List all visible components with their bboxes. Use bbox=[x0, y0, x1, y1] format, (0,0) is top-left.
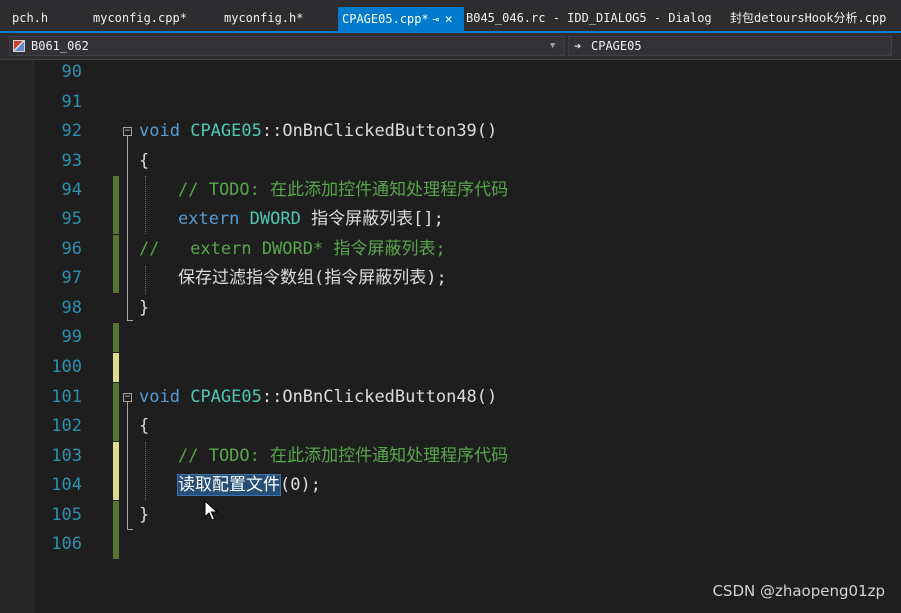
call-args: (0); bbox=[280, 475, 321, 495]
code-line: 91 bbox=[0, 88, 901, 117]
code-text[interactable]: } bbox=[139, 294, 149, 323]
line-number: 103 bbox=[51, 446, 82, 466]
code-line: 101 void CPAGE05::OnBnClickedButton48() bbox=[0, 383, 901, 412]
tab-label: 封包detoursHook分析.cpp bbox=[730, 11, 887, 25]
scope-name: CPAGE05 bbox=[591, 39, 642, 53]
change-marker-unsaved bbox=[113, 442, 119, 471]
code-text[interactable]: void CPAGE05::OnBnClickedButton48() bbox=[139, 383, 497, 412]
tab-cpage05-cpp[interactable]: CPAGE05.cpp* ⊸ ✕ bbox=[338, 7, 464, 31]
code-line: 102 { bbox=[0, 412, 901, 441]
navigation-bar: B061_062 ▼ ➔ CPAGE05 bbox=[0, 33, 901, 60]
code-comment[interactable]: // TODO: 在此添加控件通知处理程序代码 bbox=[178, 442, 508, 471]
method-signature: ::OnBnClickedButton48() bbox=[261, 387, 498, 407]
code-text[interactable]: } bbox=[139, 501, 149, 530]
project-dropdown[interactable]: B061_062 ▼ bbox=[9, 36, 565, 56]
change-marker-unsaved bbox=[113, 471, 119, 500]
line-number: 104 bbox=[51, 475, 82, 495]
code-comment[interactable]: // extern DWORD* 指令屏蔽列表; bbox=[139, 235, 446, 264]
change-marker-saved bbox=[113, 205, 119, 234]
close-icon[interactable]: ✕ bbox=[445, 8, 457, 31]
scope-dropdown[interactable]: ➔ CPAGE05 bbox=[568, 36, 892, 56]
code-line: 95 extern DWORD 指令屏蔽列表[]; bbox=[0, 205, 901, 234]
tab-b045-rc-dialog[interactable]: B045_046.rc - IDD_DIALOG5 - Dialog bbox=[466, 6, 721, 30]
tab-label: pch.h bbox=[12, 11, 49, 25]
keyword: void bbox=[139, 121, 180, 141]
change-marker-unsaved bbox=[113, 353, 119, 382]
pin-icon[interactable]: ⊸ bbox=[433, 8, 443, 31]
type-name: DWORD bbox=[249, 209, 301, 229]
code-text[interactable]: void CPAGE05::OnBnClickedButton39() bbox=[139, 117, 497, 146]
document-tab-strip: pch.h myconfig.cpp* myconfig.h* CPAGE05.… bbox=[0, 0, 901, 33]
text-selection[interactable]: 读取配置文件 bbox=[177, 474, 281, 496]
line-number: 106 bbox=[51, 534, 82, 554]
line-number: 90 bbox=[61, 62, 82, 82]
line-number: 105 bbox=[51, 505, 82, 525]
tab-myconfig-h[interactable]: myconfig.h* bbox=[224, 6, 324, 30]
mouse-cursor-icon bbox=[204, 500, 218, 521]
code-line: 103 // TODO: 在此添加控件通知处理程序代码 bbox=[0, 442, 901, 471]
change-marker-saved bbox=[113, 323, 119, 352]
code-line: 100 bbox=[0, 353, 901, 382]
change-marker-saved bbox=[113, 501, 119, 530]
line-number: 91 bbox=[61, 92, 82, 112]
tab-detours-hook-cpp[interactable]: 封包detoursHook分析.cpp bbox=[730, 6, 898, 30]
code-line: 96 // extern DWORD* 指令屏蔽列表; bbox=[0, 235, 901, 264]
watermark: CSDN @zhaopeng01zp bbox=[712, 582, 885, 600]
tab-label: CPAGE05.cpp* bbox=[342, 12, 429, 26]
code-text[interactable]: { bbox=[139, 412, 149, 441]
code-text[interactable]: 读取配置文件(0); bbox=[177, 471, 321, 500]
change-marker-saved bbox=[113, 176, 119, 205]
code-line: 98 } bbox=[0, 294, 901, 323]
line-number: 97 bbox=[61, 268, 82, 288]
arrow-right-icon: ➔ bbox=[574, 39, 582, 53]
line-number: 92 bbox=[61, 121, 82, 141]
code-text[interactable]: { bbox=[139, 147, 149, 176]
tab-pch-h[interactable]: pch.h bbox=[12, 6, 72, 30]
change-marker-saved bbox=[113, 530, 119, 559]
line-number: 96 bbox=[61, 239, 82, 259]
change-marker-saved bbox=[113, 235, 119, 264]
line-number: 93 bbox=[61, 151, 82, 171]
code-comment[interactable]: // TODO: 在此添加控件通知处理程序代码 bbox=[178, 176, 508, 205]
code-line: 99 bbox=[0, 323, 901, 352]
code-line: 93 { bbox=[0, 147, 901, 176]
code-line: 90 bbox=[0, 58, 901, 87]
tab-label: myconfig.cpp* bbox=[93, 11, 187, 25]
change-marker-saved bbox=[113, 264, 119, 293]
line-number: 102 bbox=[51, 416, 82, 436]
class-name: CPAGE05 bbox=[190, 121, 262, 141]
line-number: 99 bbox=[61, 327, 82, 347]
change-marker-saved bbox=[113, 383, 119, 412]
chevron-down-icon[interactable]: ▼ bbox=[550, 37, 560, 55]
change-marker-saved bbox=[113, 412, 119, 441]
tab-myconfig-cpp[interactable]: myconfig.cpp* bbox=[93, 6, 203, 30]
line-number: 101 bbox=[51, 387, 82, 407]
code-line: 94 // TODO: 在此添加控件通知处理程序代码 bbox=[0, 176, 901, 205]
line-number: 95 bbox=[61, 209, 82, 229]
code-line: 97 保存过滤指令数组(指令屏蔽列表); bbox=[0, 264, 901, 293]
code-text[interactable]: 保存过滤指令数组(指令屏蔽列表); bbox=[178, 264, 447, 293]
keyword: void bbox=[139, 387, 180, 407]
code-line: 92 void CPAGE05::OnBnClickedButton39() bbox=[0, 117, 901, 146]
line-number: 100 bbox=[51, 357, 82, 377]
line-number: 98 bbox=[61, 298, 82, 318]
tab-label: myconfig.h* bbox=[224, 11, 304, 25]
project-name: B061_062 bbox=[31, 39, 89, 53]
class-name: CPAGE05 bbox=[190, 387, 262, 407]
code-line: 104 读取配置文件(0); bbox=[0, 471, 901, 500]
tab-label: B045_046.rc - IDD_DIALOG5 - Dialog bbox=[466, 11, 712, 25]
code-line: 105 } bbox=[0, 501, 901, 530]
method-signature: ::OnBnClickedButton39() bbox=[261, 121, 498, 141]
keyword: extern bbox=[178, 209, 240, 229]
declaration-rest: 指令屏蔽列表[]; bbox=[300, 209, 444, 229]
code-line: 106 bbox=[0, 530, 901, 559]
cpp-project-icon bbox=[13, 40, 25, 52]
code-text[interactable]: extern DWORD 指令屏蔽列表[]; bbox=[178, 205, 444, 234]
line-number: 94 bbox=[61, 180, 82, 200]
